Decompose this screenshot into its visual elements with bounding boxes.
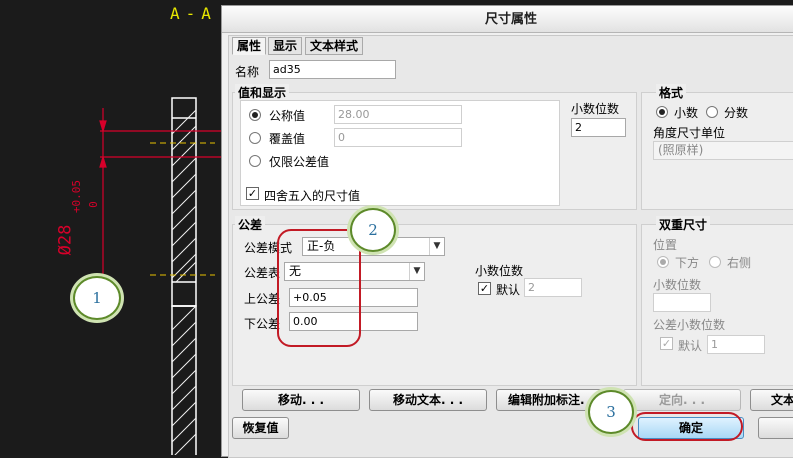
tab-properties[interactable]: 属性 [232, 37, 267, 55]
right-label: 右侧 [727, 256, 752, 270]
chevron-down-icon: ▼ [409, 263, 424, 280]
upper-tolerance-label: 上公差 [244, 292, 281, 306]
decimal-radio[interactable] [656, 106, 668, 118]
tolerance-table-label: 公差表 [244, 266, 281, 280]
lower-tolerance-text: 0 [86, 201, 100, 208]
tolerance-default-label: 默认 [496, 283, 521, 297]
restore-button[interactable]: 恢复值 [232, 417, 289, 439]
dual-position-label: 位置 [653, 238, 678, 252]
decimal-label: 小数 [674, 106, 699, 120]
cancel-button[interactable] [758, 417, 793, 439]
round-checkbox[interactable]: ✓ [246, 187, 259, 200]
move-button[interactable]: 移动. . . [242, 389, 360, 411]
move-text-button[interactable]: 移动文本. . . [369, 389, 487, 411]
angle-unit-label: 角度尺寸单位 [653, 126, 726, 140]
fraction-radio[interactable] [706, 106, 718, 118]
callout-3: 3 [588, 390, 634, 434]
chevron-down-icon: ▼ [429, 238, 444, 255]
tolerance-decimals-label: 小数位数 [475, 264, 524, 278]
dual-decimals-input[interactable] [653, 293, 711, 312]
nominal-label: 公称值 [269, 109, 306, 123]
dual-default-checkbox[interactable]: ✓ [660, 337, 673, 350]
tolerance-title: 公差 [235, 216, 266, 233]
lower-tolerance-label: 下公差 [244, 317, 281, 331]
dual-decimals-label: 小数位数 [653, 278, 702, 292]
upper-tolerance-text: +0.05 [70, 179, 84, 214]
name-input[interactable]: ad35 [269, 60, 396, 79]
dual-dimension-title: 双重尺寸 [656, 216, 711, 233]
cad-drawing-area[interactable]: A-A Ø28 +0.05 0 [0, 0, 230, 455]
nominal-value-input[interactable]: 28.00 [334, 105, 462, 124]
decimals-input[interactable]: 2 [571, 118, 626, 137]
value-display-title: 值和显示 [235, 84, 290, 101]
override-label: 覆盖值 [269, 132, 306, 146]
tab-text-style[interactable]: 文本样式 [305, 37, 364, 55]
dialog-title: 尺寸属性 [222, 6, 793, 33]
dual-tol-decimals-input[interactable]: 1 [707, 335, 765, 354]
angle-unit-value: (照原样) [658, 143, 704, 157]
angle-unit-select[interactable]: (照原样) [653, 141, 793, 160]
below-label: 下方 [675, 256, 700, 270]
tolerance-decimals-input[interactable]: 2 [524, 278, 582, 297]
section-label: A-A [170, 4, 217, 23]
text-button[interactable]: 文本 [750, 389, 793, 411]
decimals-label: 小数位数 [571, 102, 620, 116]
right-radio[interactable] [709, 256, 721, 268]
annotation-box-ok [631, 412, 743, 441]
callout-1: 1 [73, 276, 121, 320]
tolerance-only-radio[interactable] [249, 155, 261, 167]
nominal-radio[interactable] [249, 109, 261, 121]
override-radio[interactable] [249, 132, 261, 144]
name-label: 名称 [235, 65, 260, 79]
override-value-input[interactable]: 0 [334, 128, 462, 147]
below-radio[interactable] [657, 256, 669, 268]
tolerance-only-label: 仅限公差值 [269, 155, 330, 169]
dimension-text: Ø28 [55, 224, 76, 256]
dimension-label[interactable]: Ø28 +0.05 0 [55, 170, 120, 270]
callout-2: 2 [350, 208, 396, 252]
tab-display[interactable]: 显示 [268, 37, 303, 55]
dual-tol-decimals-label: 公差小数位数 [653, 318, 726, 332]
tolerance-default-checkbox[interactable]: ✓ [478, 282, 491, 295]
fraction-label: 分数 [724, 106, 749, 120]
annotation-box-tolerance [277, 229, 361, 347]
orient-button[interactable]: 定向. . . [623, 389, 741, 411]
dual-default-label: 默认 [678, 339, 703, 353]
round-label: 四舍五入的尺寸值 [264, 189, 361, 203]
format-title: 格式 [656, 84, 687, 101]
